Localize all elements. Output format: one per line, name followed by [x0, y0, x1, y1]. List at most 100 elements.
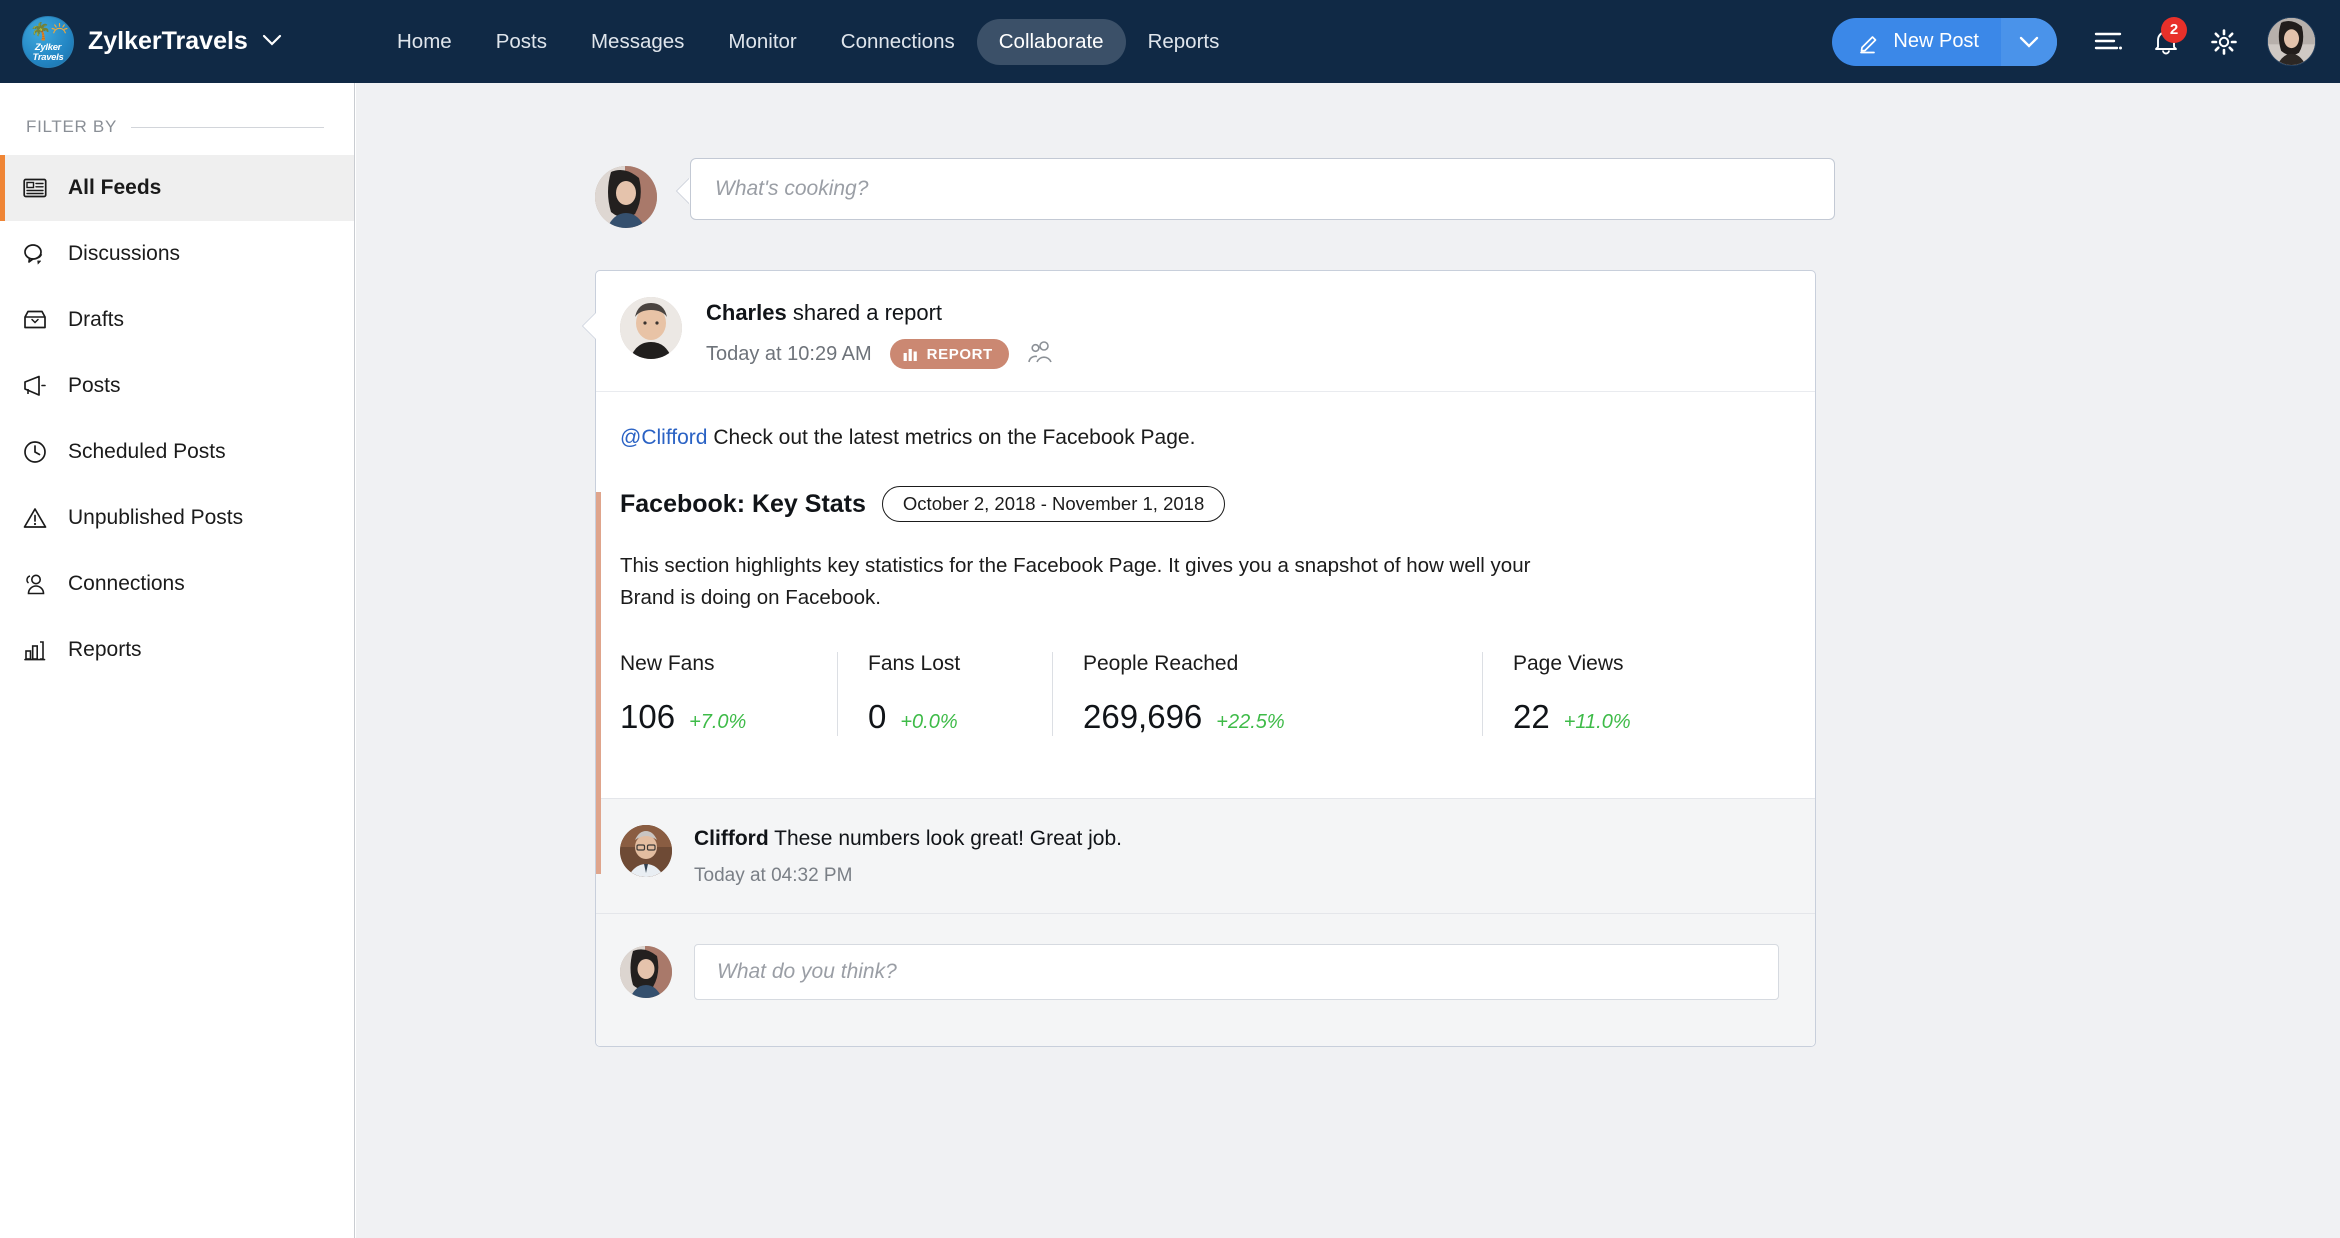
- nav-link-reports[interactable]: Reports: [1126, 19, 1242, 65]
- report-date-range: October 2, 2018 - November 1, 2018: [882, 486, 1225, 522]
- comment-body: Clifford These numbers look great! Great…: [694, 825, 1122, 887]
- composer-bubble: What's cooking?: [690, 158, 1835, 220]
- stat-fans-lost: Fans Lost 0 +0.0%: [838, 652, 1053, 736]
- post-card: Charles shared a report Today at 10:29 A…: [595, 270, 1816, 1047]
- sidebar-item-posts[interactable]: Posts: [0, 353, 354, 419]
- audience-people-icon[interactable]: [1027, 340, 1055, 369]
- main-content-area: What's cooking?: [356, 83, 2340, 1238]
- logo-wordmark: ZylkerTravels: [23, 43, 73, 63]
- post-header-meta: Charles shared a report Today at 10:29 A…: [706, 297, 1055, 369]
- nav-link-monitor[interactable]: Monitor: [706, 19, 818, 65]
- post-meta-line: Today at 10:29 AM REPORT: [706, 339, 1055, 369]
- notification-badge: 2: [2161, 17, 2187, 43]
- report-title: Facebook: Key Stats: [620, 490, 866, 519]
- sidebar: FILTER BY All Feeds: [0, 83, 355, 1238]
- card-pointer: [583, 313, 596, 339]
- stat-value-row: 269,696 +22.5%: [1083, 698, 1454, 736]
- new-post-main[interactable]: New Post: [1832, 18, 2001, 66]
- notifications-button[interactable]: 2: [2137, 13, 2195, 71]
- report-description: This section highlights key statistics f…: [596, 550, 1701, 614]
- reply-composer: What do you think?: [596, 913, 1815, 1046]
- comment-author-avatar[interactable]: [620, 825, 672, 877]
- stat-label: Fans Lost: [868, 652, 1024, 676]
- avatar-image: [620, 825, 672, 877]
- stat-page-views: Page Views 22 +11.0%: [1483, 652, 1659, 736]
- brand-chevron-down-icon[interactable]: [262, 33, 282, 51]
- avatar-image: [595, 166, 657, 228]
- pencil-icon: [1858, 30, 1882, 54]
- comment-timestamp: Today at 04:32 PM: [694, 865, 1122, 887]
- mention-link[interactable]: @Clifford: [620, 426, 707, 449]
- nav-link-posts[interactable]: Posts: [474, 19, 569, 65]
- stat-delta: +11.0%: [1564, 711, 1631, 734]
- comment-text-line: Clifford These numbers look great! Great…: [694, 827, 1122, 851]
- brand-name: ZylkerTravels: [88, 27, 248, 56]
- list-menu-icon: [2093, 29, 2123, 55]
- nav-link-home[interactable]: Home: [375, 19, 474, 65]
- sidebar-item-label: Reports: [68, 638, 142, 662]
- inbox-tray-icon: [22, 307, 48, 333]
- bubble-pointer: [677, 178, 690, 204]
- nav-link-collaborate[interactable]: Collaborate: [977, 19, 1126, 65]
- sidebar-item-label: Posts: [68, 374, 121, 398]
- bar-chart-icon: [22, 637, 48, 663]
- new-post-button[interactable]: New Post: [1832, 18, 2057, 66]
- primary-nav-links: Home Posts Messages Monitor Connections …: [375, 0, 1241, 83]
- sidebar-item-scheduled-posts[interactable]: Scheduled Posts: [0, 419, 354, 485]
- megaphone-icon: [22, 373, 48, 399]
- filter-divider: [131, 127, 324, 128]
- sidebar-item-all-feeds[interactable]: All Feeds: [0, 155, 354, 221]
- settings-button[interactable]: [2195, 13, 2253, 71]
- reply-input[interactable]: What do you think?: [694, 944, 1779, 1000]
- nav-link-connections[interactable]: Connections: [819, 19, 977, 65]
- post-timestamp: Today at 10:29 AM: [706, 343, 872, 366]
- post-composer: What's cooking?: [595, 158, 1835, 228]
- stat-value-row: 0 +0.0%: [868, 698, 1024, 736]
- new-post-label: New Post: [1893, 30, 1979, 53]
- stat-label: Page Views: [1513, 652, 1631, 676]
- report-title-row: Facebook: Key Stats October 2, 2018 - No…: [596, 486, 1815, 522]
- comment-author-name: Clifford: [694, 827, 769, 850]
- avatar-image: [620, 946, 672, 998]
- sidebar-item-label: Unpublished Posts: [68, 506, 243, 530]
- brand-zone[interactable]: 🌴 ZylkerTravels ZylkerTravels: [0, 0, 355, 83]
- top-navigation-bar: 🌴 ZylkerTravels ZylkerTravels Home Pos: [0, 0, 2340, 83]
- sidebar-item-label: All Feeds: [68, 176, 161, 200]
- composer-placeholder: What's cooking?: [715, 177, 868, 201]
- newspaper-icon: [22, 175, 48, 201]
- report-stats-row: New Fans 106 +7.0% Fans Lost 0 +0.0%: [596, 652, 1815, 798]
- sidebar-item-discussions[interactable]: Discussions: [0, 221, 354, 287]
- stat-value-row: 106 +7.0%: [620, 698, 809, 736]
- new-post-dropdown-toggle[interactable]: [2001, 18, 2057, 66]
- report-badge-label: REPORT: [927, 346, 993, 363]
- filter-by-header: FILTER BY: [0, 83, 354, 137]
- composer-avatar: [595, 166, 657, 228]
- post-author-avatar[interactable]: [620, 297, 682, 359]
- stat-delta: +22.5%: [1216, 711, 1284, 734]
- post-author-line: Charles shared a report: [706, 300, 1055, 326]
- chevron-down-icon: [2019, 36, 2039, 48]
- composer-input[interactable]: What's cooking?: [690, 158, 1835, 220]
- sidebar-item-reports[interactable]: Reports: [0, 617, 354, 683]
- user-avatar[interactable]: [2267, 17, 2316, 66]
- stat-new-fans: New Fans 106 +7.0%: [620, 652, 838, 736]
- people-icon: [22, 571, 48, 597]
- sidebar-item-connections[interactable]: Connections: [0, 551, 354, 617]
- report-badge[interactable]: REPORT: [890, 339, 1009, 369]
- sidebar-item-drafts[interactable]: Drafts: [0, 287, 354, 353]
- feed-column: What's cooking?: [595, 83, 1835, 1047]
- palm-tree-icon: 🌴: [30, 23, 51, 40]
- reply-placeholder: What do you think?: [717, 960, 897, 984]
- stat-delta: +7.0%: [689, 711, 746, 734]
- nav-link-messages[interactable]: Messages: [569, 19, 706, 65]
- nav-right-actions: New Post 2: [1832, 0, 2340, 83]
- filter-by-label: FILTER BY: [26, 117, 117, 137]
- sidebar-item-unpublished-posts[interactable]: Unpublished Posts: [0, 485, 354, 551]
- sidebar-item-label: Drafts: [68, 308, 124, 332]
- chat-bubbles-icon: [22, 241, 48, 267]
- stat-people-reached: People Reached 269,696 +22.5%: [1053, 652, 1483, 736]
- sidebar-item-label: Discussions: [68, 242, 180, 266]
- post-header: Charles shared a report Today at 10:29 A…: [596, 271, 1815, 392]
- stat-value-row: 22 +11.0%: [1513, 698, 1631, 736]
- list-menu-button[interactable]: [2079, 13, 2137, 71]
